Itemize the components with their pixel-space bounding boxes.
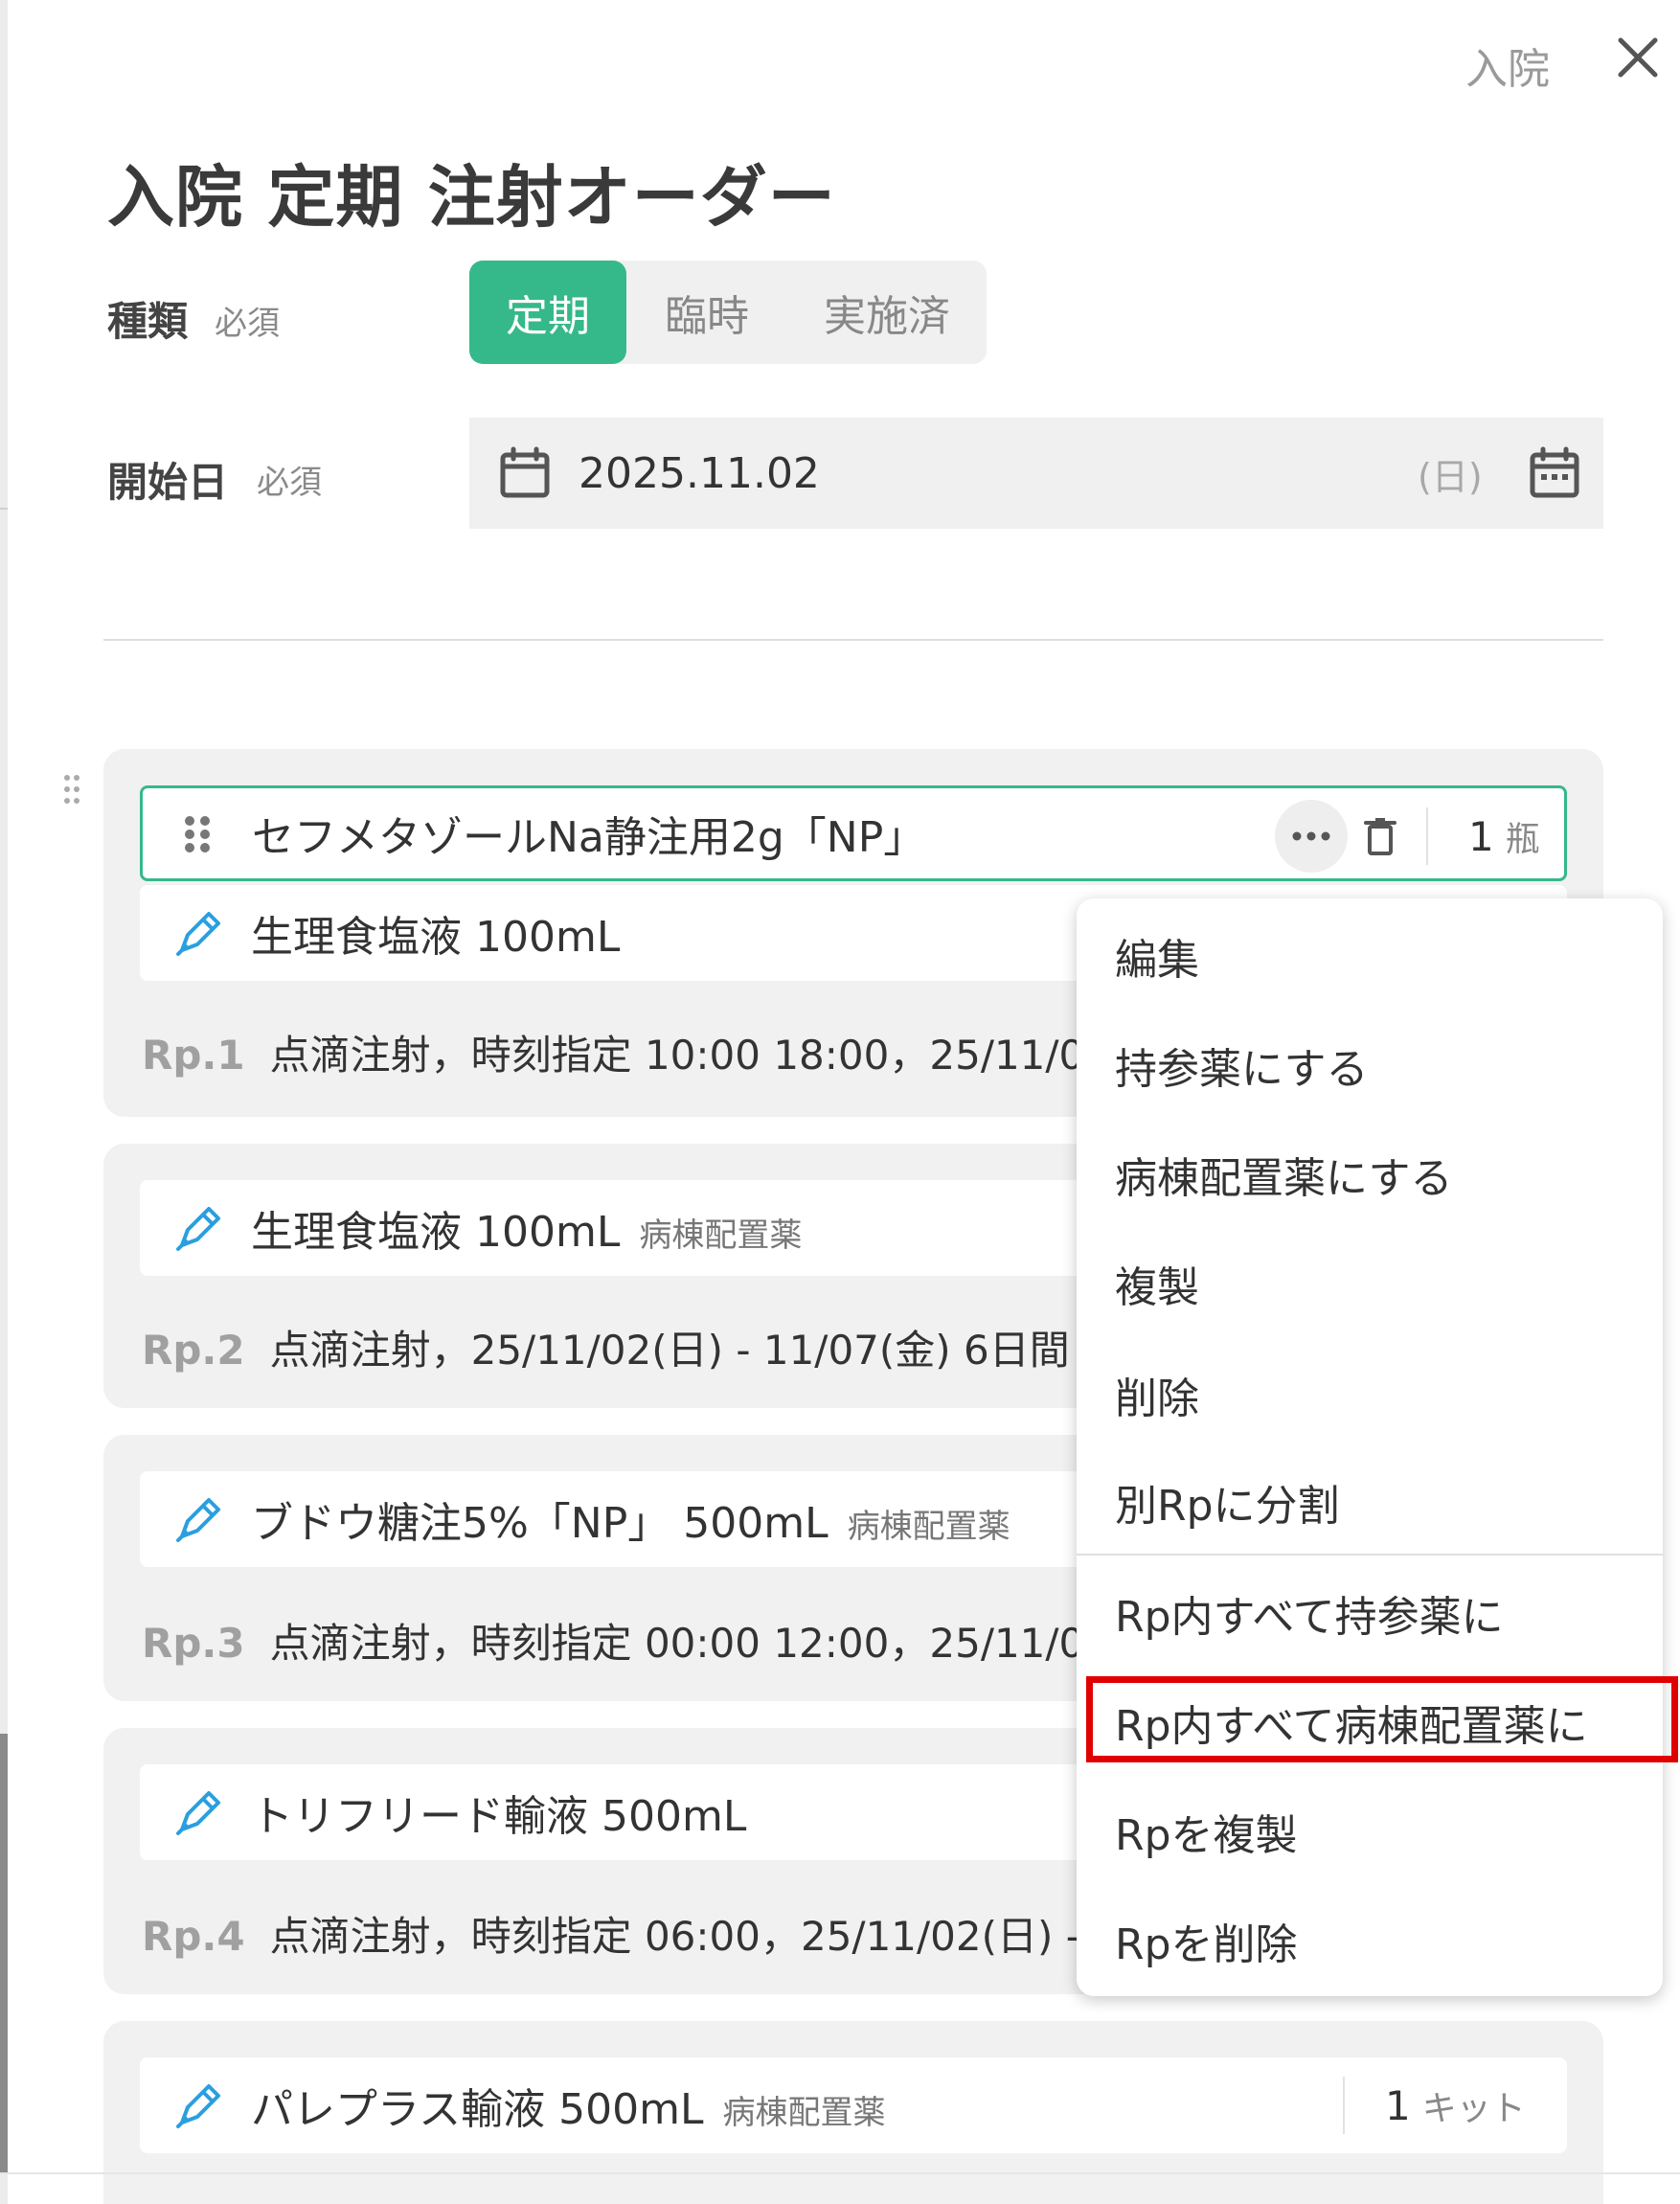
quantity-unit: キット — [1421, 2089, 1526, 2128]
more-icon — [1292, 831, 1330, 841]
type-option-done[interactable]: 実施済 — [787, 261, 987, 364]
drug-row[interactable]: パレプラス輸液 500mL 病棟配置薬 1 キット — [140, 2057, 1567, 2153]
calendar-grid-icon[interactable] — [1529, 446, 1580, 500]
rp-detail: 点滴注射，時刻指定 06:00，25/11/02(日) - 1 — [269, 1913, 1119, 1960]
pen-icon — [176, 2084, 220, 2128]
rp-summary: Rp.2 点滴注射，25/11/02(日) - 11/07(金) 6日間 — [142, 1318, 1070, 1376]
drug-name: トリフリード輸液 500mL — [251, 1792, 747, 1841]
menu-item-rp-delete[interactable]: Rpを削除 — [1115, 1910, 1298, 1971]
drug-name-text: ブドウ糖注5%「NP」 500mL — [251, 1499, 829, 1548]
drug-tag: 病棟配置薬 — [639, 1216, 803, 1255]
start-date-value: 2025.11.02 — [579, 448, 820, 498]
context-menu: 編集 持参薬にする 病棟配置薬にする 複製 削除 別Rpに分割 Rp内すべて持参… — [1077, 898, 1663, 1996]
start-date-weekday: (日) — [1418, 455, 1483, 498]
drug-tag: 病棟配置薬 — [847, 1508, 1010, 1546]
rp-summary: Rp.3 点滴注射，時刻指定 00:00 12:00，25/11/02 — [142, 1611, 1110, 1670]
order-dialog: 入院 入院 定期 注射オーダー 種類 必須 定期 臨時 実施済 開始日 必須 2… — [0, 0, 1680, 2204]
section-divider — [103, 639, 1603, 641]
calendar-icon — [500, 446, 550, 498]
trash-icon — [1364, 818, 1396, 855]
quantity-divider — [1426, 807, 1428, 865]
rp-detail: 点滴注射，時刻指定 00:00 12:00，25/11/02 — [269, 1620, 1111, 1667]
menu-item-delete[interactable]: 削除 — [1115, 1364, 1199, 1425]
quantity[interactable]: 1 キット — [1385, 2080, 1526, 2130]
admission-link[interactable]: 入院 — [1465, 34, 1550, 96]
menu-item-split-rp[interactable]: 別Rpに分割 — [1115, 1471, 1340, 1533]
close-icon — [1618, 37, 1658, 78]
type-option-regular[interactable]: 定期 — [469, 261, 626, 364]
highlight-annotation — [1086, 1676, 1678, 1762]
drug-name: パレプラス輸液 500mL 病棟配置薬 — [251, 2075, 885, 2136]
drug-name-text: パレプラス輸液 500mL — [251, 2085, 704, 2134]
drug-name: 生理食塩液 100mL 病棟配置薬 — [251, 1197, 802, 1259]
rp-detail: 点滴注射，25/11/02(日) - 11/07(金) 6日間 — [269, 1327, 1070, 1374]
drag-handle-icon[interactable] — [63, 774, 82, 808]
menu-item-ward-stock[interactable]: 病棟配置薬にする — [1115, 1144, 1452, 1205]
quantity[interactable]: 1瓶 — [1468, 811, 1540, 861]
rp-number: Rp.4 — [142, 1913, 245, 1960]
left-panel-scrollbar[interactable] — [0, 1734, 8, 2174]
rp-summary: Rp.1 点滴注射，時刻指定 10:00 18:00，25/11/02 — [142, 1023, 1110, 1081]
more-button[interactable] — [1275, 800, 1348, 873]
menu-item-duplicate[interactable]: 複製 — [1115, 1253, 1199, 1314]
left-panel-mark — [0, 508, 8, 510]
menu-item-rp-duplicate[interactable]: Rpを複製 — [1115, 1801, 1298, 1862]
menu-item-rp-all-bring-own[interactable]: Rp内すべて持参薬に — [1115, 1582, 1504, 1644]
drug-tag: 病棟配置薬 — [722, 2094, 886, 2132]
drug-name-text: 生理食塩液 100mL — [251, 1208, 621, 1257]
rp-card-5: パレプラス輸液 500mL 病棟配置薬 1 キット — [103, 2021, 1603, 2204]
start-date-label: 開始日 — [107, 459, 229, 506]
footer-divider — [0, 2172, 1680, 2174]
rp-number: Rp.1 — [142, 1032, 245, 1079]
pen-icon — [176, 912, 220, 956]
pen-icon — [176, 1498, 220, 1542]
page-title: 入院 定期 注射オーダー — [107, 158, 836, 237]
rp-number: Rp.3 — [142, 1620, 245, 1667]
quantity-divider — [1343, 2077, 1345, 2134]
drug-name: ブドウ糖注5%「NP」 500mL 病棟配置薬 — [251, 1488, 1010, 1550]
drug-name: セフメタゾールNa静注用2g「NP」 — [252, 813, 926, 862]
quantity-value: 1 — [1468, 813, 1494, 860]
drag-handle-icon[interactable] — [183, 815, 212, 853]
start-date-field[interactable]: 2025.11.02 (日) — [469, 418, 1603, 529]
delete-button[interactable] — [1351, 806, 1409, 867]
drug-name: 生理食塩液 100mL — [251, 913, 621, 962]
pen-icon — [176, 1207, 220, 1251]
rp-summary: Rp.4 点滴注射，時刻指定 06:00，25/11/02(日) - 1 — [142, 1904, 1119, 1963]
drug-row[interactable]: セフメタゾールNa静注用2g「NP」 1瓶 — [140, 785, 1567, 881]
quantity-value: 1 — [1385, 2082, 1411, 2129]
type-option-temporary[interactable]: 臨時 — [626, 261, 787, 364]
type-segmented-control: 定期 臨時 実施済 — [469, 261, 987, 364]
type-required-badge: 必須 — [215, 305, 280, 343]
menu-divider — [1077, 1554, 1663, 1556]
menu-item-bring-own-drug[interactable]: 持参薬にする — [1115, 1034, 1368, 1096]
close-button[interactable] — [1609, 29, 1667, 86]
start-date-required-badge: 必須 — [257, 464, 322, 502]
menu-item-edit[interactable]: 編集 — [1115, 925, 1199, 987]
quantity-unit: 瓶 — [1505, 820, 1540, 859]
type-label: 種類 — [107, 298, 189, 345]
rp-number: Rp.2 — [142, 1327, 245, 1374]
rp-detail: 点滴注射，時刻指定 10:00 18:00，25/11/02 — [269, 1032, 1111, 1079]
pen-icon — [176, 1791, 220, 1835]
